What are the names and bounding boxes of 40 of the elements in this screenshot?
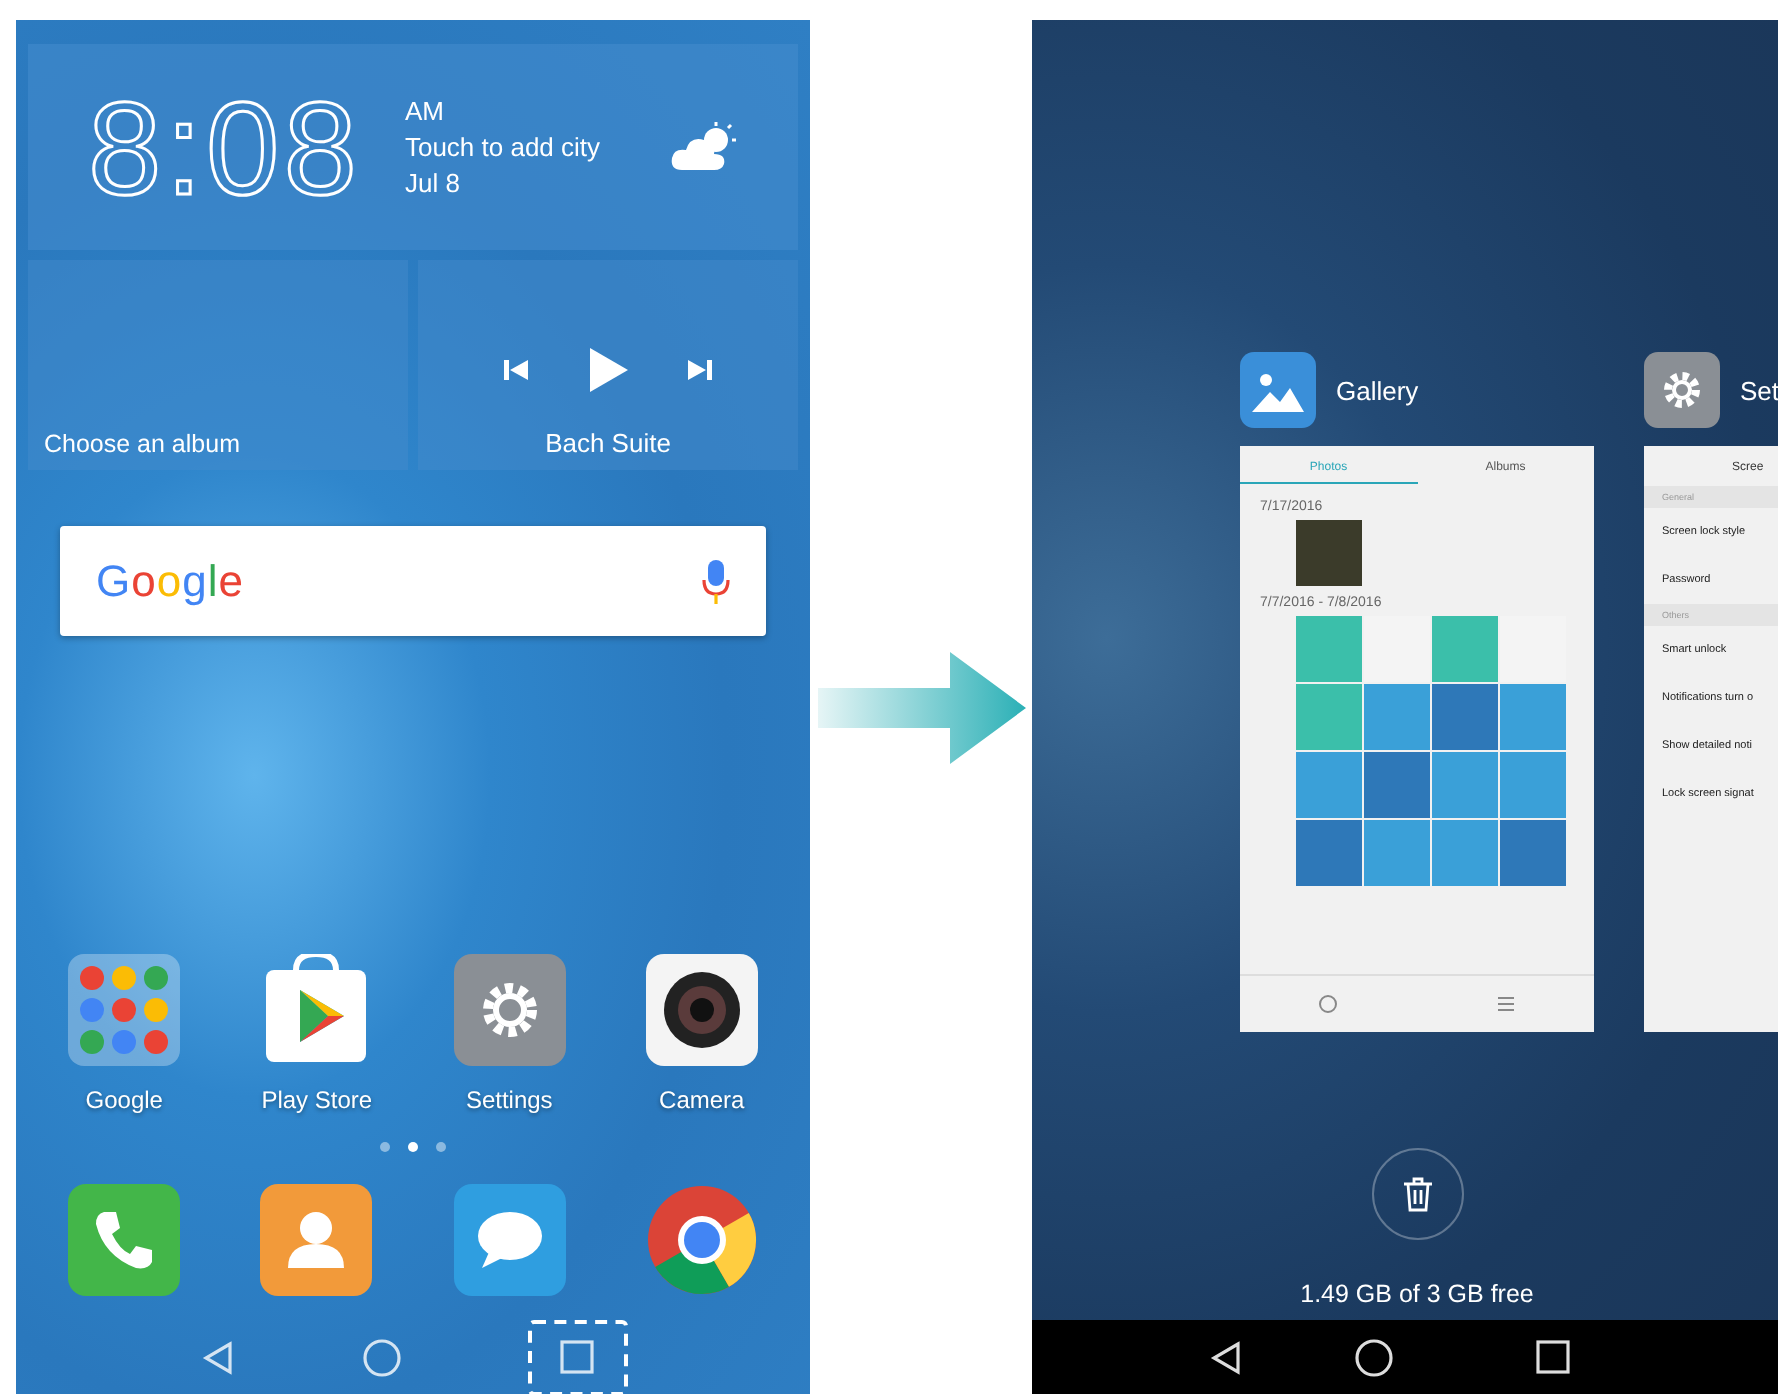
page-indicator-dot[interactable] bbox=[436, 1142, 446, 1152]
app-folder-icon[interactable] bbox=[68, 954, 181, 1066]
chat-bubble-icon[interactable] bbox=[453, 1184, 566, 1296]
clock-time: 8:08 bbox=[88, 71, 361, 223]
page-indicator-dot[interactable] bbox=[380, 1142, 390, 1152]
browser-icon[interactable] bbox=[645, 1184, 758, 1296]
am-pm-label: AM bbox=[404, 96, 446, 126]
app-label: Play Store bbox=[261, 1086, 373, 1114]
page-indicator-dot[interactable] bbox=[408, 1142, 418, 1152]
track-title: Bach Suite bbox=[545, 428, 671, 458]
date-label: Jul 8 bbox=[404, 168, 462, 198]
app-title: Gallery bbox=[1336, 375, 1419, 405]
photo-thumbnail bbox=[1296, 520, 1362, 586]
gallery-icon[interactable] bbox=[1240, 352, 1316, 428]
right-arrow-icon bbox=[817, 651, 1025, 763]
camera-icon[interactable] bbox=[645, 954, 758, 1066]
home-icon[interactable] bbox=[1353, 1337, 1393, 1377]
weather-icon bbox=[670, 121, 738, 173]
trash-icon bbox=[1401, 1176, 1433, 1212]
play-icon[interactable] bbox=[588, 348, 628, 392]
phone-icon[interactable] bbox=[68, 1184, 181, 1296]
search-logo: Google bbox=[96, 555, 245, 607]
contacts-icon[interactable] bbox=[260, 1184, 373, 1296]
city-prompt[interactable]: Touch to add city bbox=[404, 132, 626, 162]
square-icon bbox=[1536, 1340, 1570, 1374]
album-widget[interactable]: Choose an album bbox=[28, 260, 408, 470]
search-bar[interactable]: Google bbox=[60, 526, 766, 636]
storage-info: 1.49 GB of 3 GB free bbox=[1300, 1280, 1534, 1308]
app-label: Google bbox=[85, 1086, 163, 1114]
microphone-icon[interactable] bbox=[702, 559, 730, 603]
app-label: Settings bbox=[465, 1086, 553, 1114]
settings-icon[interactable] bbox=[1644, 352, 1720, 428]
back-icon[interactable] bbox=[1207, 1339, 1243, 1375]
square-icon bbox=[560, 1340, 594, 1374]
menu-icon[interactable] bbox=[1495, 994, 1516, 1014]
app-label: Camera bbox=[659, 1086, 745, 1114]
previous-icon[interactable] bbox=[504, 358, 528, 382]
next-icon[interactable] bbox=[688, 358, 712, 382]
clear-all-button[interactable] bbox=[1371, 1148, 1463, 1240]
album-prompt: Choose an album bbox=[44, 430, 240, 458]
